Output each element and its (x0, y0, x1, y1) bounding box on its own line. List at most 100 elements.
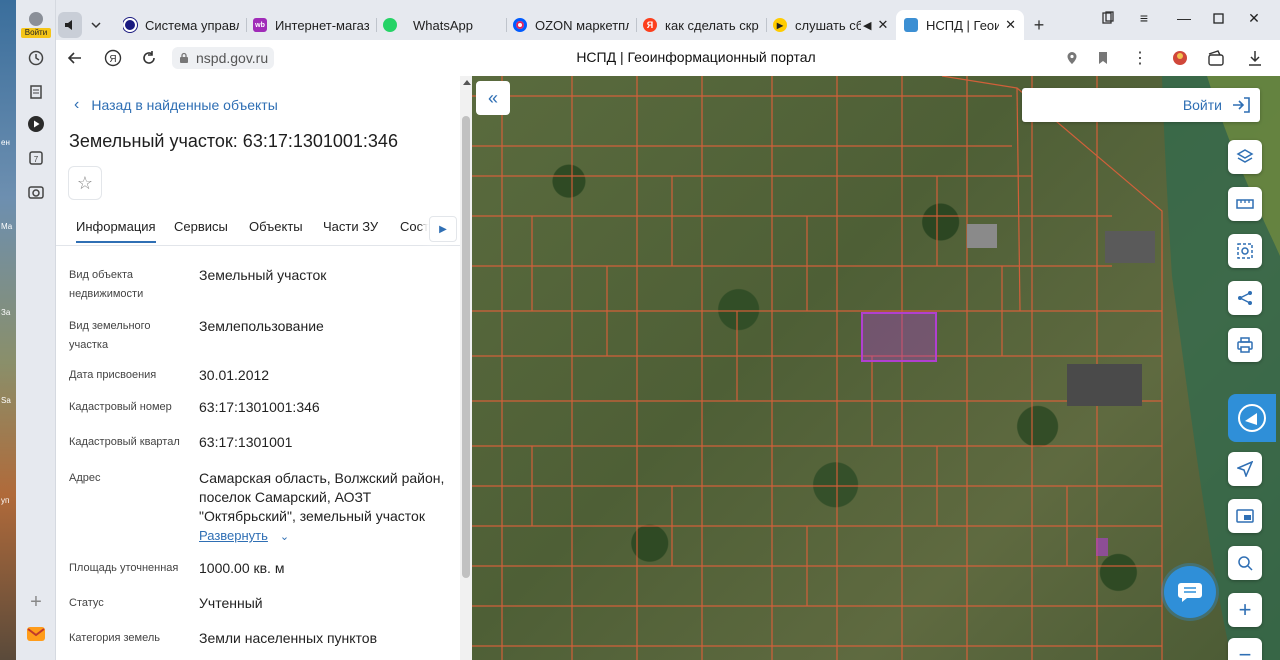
tabs-scroll-right-button[interactable]: ▶ (429, 216, 457, 242)
print-button[interactable] (1228, 328, 1262, 362)
screenshot-icon[interactable] (24, 180, 48, 204)
browser-sidebar: Войти 7 + (16, 0, 56, 660)
scrollbar-thumb[interactable] (462, 116, 470, 578)
building (1105, 231, 1155, 263)
tab-title: НСПД | Геоинф (926, 17, 1000, 33)
chat-button[interactable] (1164, 566, 1216, 618)
media-icon[interactable] (24, 112, 48, 136)
row-value: Учтенный (199, 595, 263, 611)
extension-icon[interactable] (1168, 46, 1192, 70)
zoom-out-button[interactable]: − (1228, 638, 1262, 660)
back-to-results-link[interactable]: ‹ Назад в найденные объекты (74, 96, 278, 114)
search-point-button[interactable] (1228, 546, 1262, 580)
object-tabs: Информация Сервисы Объекты Части ЗУ Сост… (56, 216, 460, 246)
back-arrow-icon[interactable] (63, 46, 87, 70)
expand-label: Развернуть (199, 528, 268, 543)
tabs-dropdown-icon[interactable] (84, 12, 108, 38)
tab-whatsapp[interactable]: WhatsApp (383, 12, 499, 38)
expand-address-link[interactable]: Развернуть ⌄ (199, 526, 449, 547)
highlighted-parcel (1096, 538, 1108, 556)
more-vertical-icon[interactable]: ⋮ (1128, 46, 1152, 70)
area-search-icon (1237, 243, 1253, 259)
desktop-label: Ма (1, 222, 13, 231)
row-key: Дата присвоения (69, 369, 157, 381)
desktop-label: Sa (1, 396, 11, 405)
whatsapp-icon (383, 18, 397, 32)
sound-icon[interactable] (58, 12, 82, 38)
history-icon[interactable] (24, 46, 48, 70)
mail-icon[interactable] (24, 622, 48, 646)
tab-separator (376, 18, 377, 32)
tab-sistema[interactable]: Система управле (123, 12, 239, 38)
wallet-icon[interactable] (1204, 46, 1228, 70)
row-key: Статус (69, 597, 104, 609)
login-button[interactable]: Войти (1022, 88, 1260, 122)
tab-separator (506, 18, 507, 32)
profile-button[interactable]: Войти (20, 10, 52, 40)
chevron-down-icon: ⌄ (279, 531, 290, 543)
row-key: Кадастровый номер (69, 401, 172, 413)
new-tab-button[interactable]: + (1028, 12, 1050, 38)
tab-wildberries[interactable]: wb Интернет-магази (253, 12, 369, 38)
measure-button[interactable] (1228, 187, 1262, 221)
map-view[interactable]: « Войти + − (472, 76, 1280, 660)
collapse-panel-button[interactable]: « (476, 81, 510, 115)
location-pin-icon[interactable] (1060, 46, 1084, 70)
url-field[interactable]: nspd.gov.ru (172, 47, 275, 69)
tab-ozon[interactable]: OZON маркетплей (513, 12, 629, 38)
chat-bubble-icon (1178, 583, 1202, 602)
maximize-icon[interactable] (1206, 8, 1230, 28)
layers-button[interactable] (1228, 140, 1262, 174)
print-icon (1237, 337, 1253, 353)
bookmarks-panel-icon[interactable] (1096, 8, 1120, 28)
minimize-icon[interactable]: — (1172, 8, 1196, 28)
tab-objects[interactable]: Объекты (249, 219, 303, 234)
reload-icon[interactable] (137, 46, 161, 70)
tab-parts[interactable]: Части ЗУ (323, 219, 378, 234)
close-tab-icon[interactable]: ✕ (1005, 17, 1016, 33)
add-icon[interactable]: + (24, 590, 48, 614)
area-select-button[interactable] (1228, 234, 1262, 268)
tab-services[interactable]: Сервисы (174, 219, 228, 234)
nspd-icon (904, 18, 918, 32)
close-window-icon[interactable]: ✕ (1242, 8, 1266, 28)
favorite-star-button[interactable]: ☆ (68, 166, 102, 200)
double-chevron-left-icon: « (487, 87, 498, 108)
row-value: 63:17:1301001:346 (199, 399, 320, 415)
tab-title: WhatsApp (413, 17, 473, 33)
yandex-logo-icon[interactable]: Я (101, 46, 125, 70)
scroll-up-icon[interactable] (463, 80, 471, 85)
tab-title: Система управле (145, 17, 239, 33)
download-icon[interactable] (1243, 46, 1267, 70)
share-icon (1238, 291, 1252, 305)
building (967, 224, 997, 248)
plus-icon: + (1238, 597, 1252, 622)
svg-text:Я: Я (109, 54, 116, 65)
share-button[interactable] (1228, 281, 1262, 315)
tab-title: как сделать скрин (665, 17, 759, 33)
row-value: 30.01.2012 (199, 367, 270, 383)
calendar-icon[interactable]: 7 (24, 146, 48, 170)
collections-icon[interactable] (24, 80, 48, 104)
tab-yandex-search[interactable]: Я как сделать скрин (643, 12, 759, 38)
panel-scrollbar[interactable] (460, 76, 472, 660)
tab-title: слушать сбо (795, 17, 861, 33)
zoom-in-button[interactable]: + (1228, 593, 1262, 627)
desktop-label: уп (1, 496, 10, 505)
chevron-left-icon: ‹ (74, 96, 80, 113)
tab-information[interactable]: Информация (76, 219, 156, 243)
tab-nspd[interactable]: НСПД | Геоинф ✕ (896, 10, 1024, 40)
minimap-button[interactable] (1228, 499, 1262, 533)
bookmark-icon[interactable] (1091, 46, 1115, 70)
row-value: Землепользование (199, 318, 324, 334)
back-link-label: Назад в найденные объекты (91, 97, 278, 113)
geolocation-button[interactable] (1228, 452, 1262, 486)
row-value: 1000.00 кв. м (199, 560, 285, 576)
close-tab-icon[interactable]: ✕ (877, 17, 888, 33)
desktop-edge: ен Ма За Sa уп (0, 0, 16, 660)
tab-music[interactable]: ▶ слушать сбо ◀︎ ✕ (773, 12, 889, 38)
assistant-button[interactable] (1228, 394, 1276, 442)
search-location-icon (1238, 556, 1253, 571)
ozon-icon (513, 18, 527, 32)
menu-icon[interactable]: ≡ (1132, 8, 1156, 28)
